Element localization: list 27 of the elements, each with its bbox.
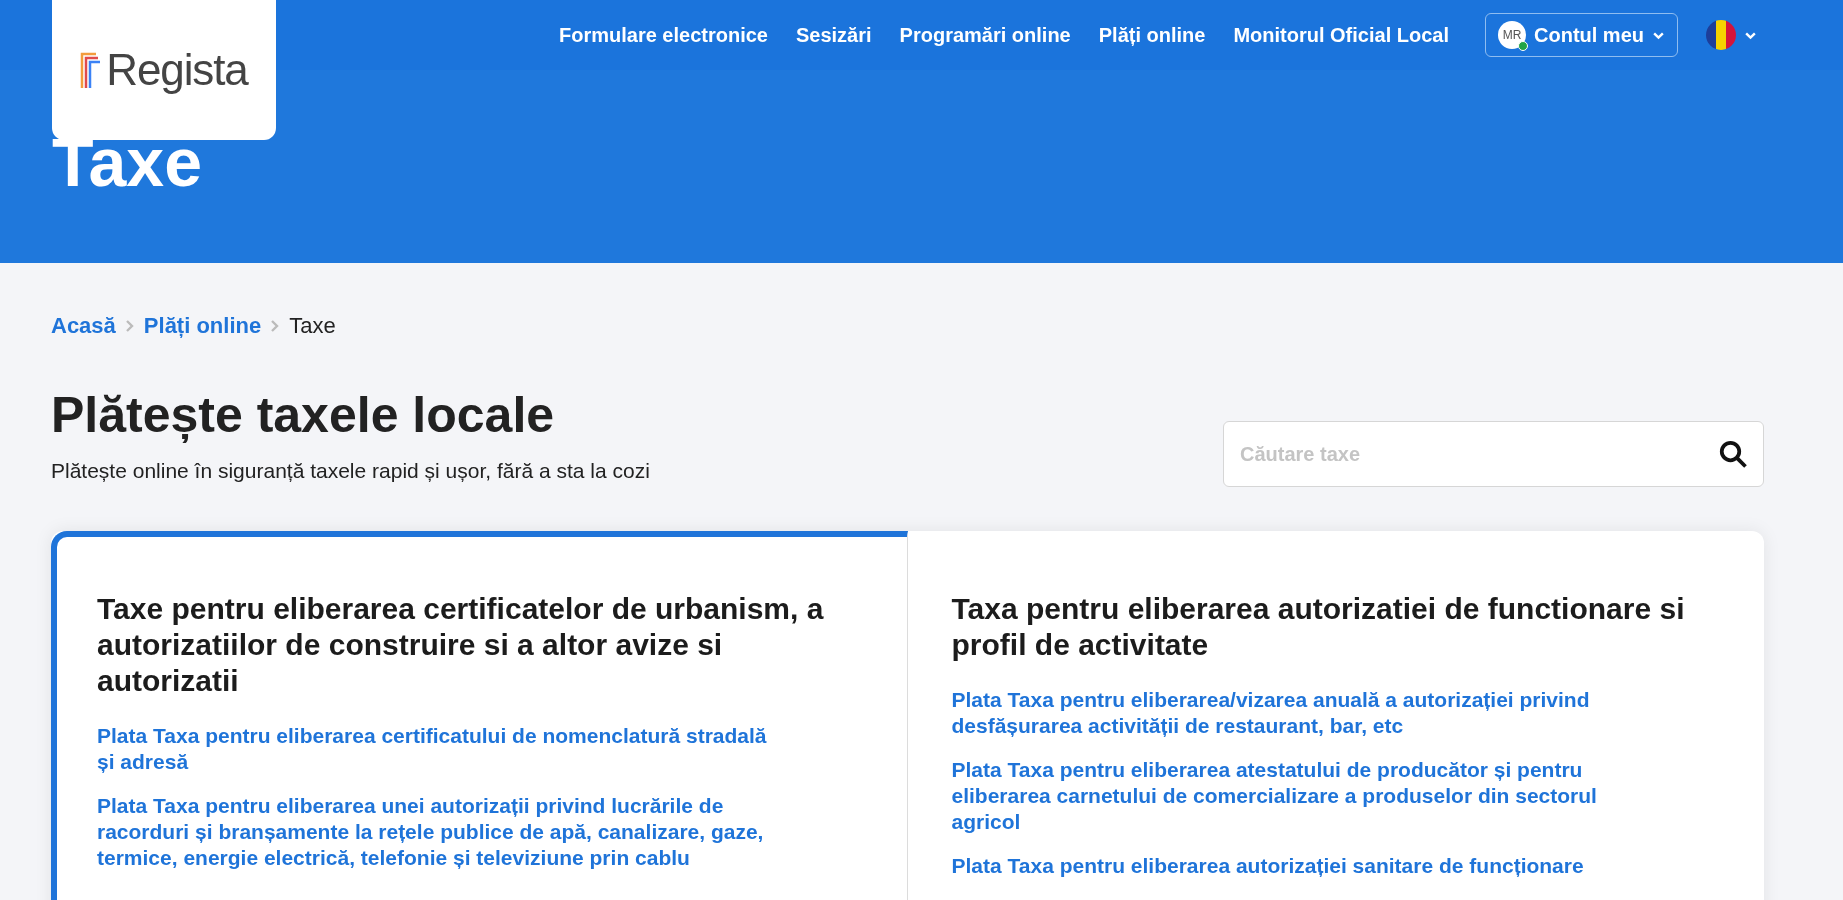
language-button[interactable] [1706,20,1757,50]
breadcrumb-current: Taxe [289,312,336,340]
page-title: Plătește taxele locale [51,386,556,445]
nav-link[interactable]: Plăți online [1098,20,1206,50]
nav-link[interactable]: Sesizări [795,20,872,50]
category-title: Taxe pentru eliberarea certificatelor de urbanism, a autorizatiilor de construire si a altor avize si autorizatii [97,591,825,699]
tax-link[interactable]: Plata Taxa pentru eliberarea unei autorizații privind lucrările de racorduri și branșamente la rețele publice de apă, canalizare, gaze, termice, energie electrică, telefonie și televiziune prin cablu [97,793,787,871]
avatar: MR [1498,21,1526,49]
chevron-right-icon [123,318,136,333]
tax-link[interactable]: Plata Taxa pentru eliberarea atestatului de producător și pentru eliberarea carnetului de comercializare a produselor din sectorul agricol [951,757,1642,835]
logo-text: Regista [106,44,248,96]
page-subtitle: Plătește online în siguranță taxele rapid și ușor, fără a sta la cozi [51,457,650,484]
logo[interactable]: Regista [52,0,276,140]
category-title: Taxa pentru eliberarea autorizatiei de functionare si profil de activitate [951,591,1686,663]
breadcrumb-link[interactable]: Acasă [51,309,116,342]
breadcrumb-link[interactable]: Plăți online [143,309,262,342]
search-icon[interactable] [1718,439,1748,469]
nav-link[interactable]: Monitorul Oficial Local [1233,20,1449,50]
tax-link[interactable]: Plata Taxa pentru eliberarea certificatului de nomenclatură stradală și adresă [97,723,787,775]
nav-link[interactable]: Programări online [899,20,1071,50]
tax-link[interactable]: Plata Taxa pentru eliberarea autorizației sanitare de funcționare [951,853,1642,879]
tax-link[interactable]: Plata Taxa pentru eliberarea/vizarea anuală a autorizației privind desfășurarea activității de restaurant, bar, etc [951,687,1642,739]
search-field[interactable]: Căutare taxe [1223,421,1764,487]
account-button[interactable]: MR Contul meu [1485,13,1678,57]
logo-mark-icon [80,50,103,90]
flag-icon [1706,20,1736,50]
nav-link[interactable]: Formulare electronice [559,20,768,50]
